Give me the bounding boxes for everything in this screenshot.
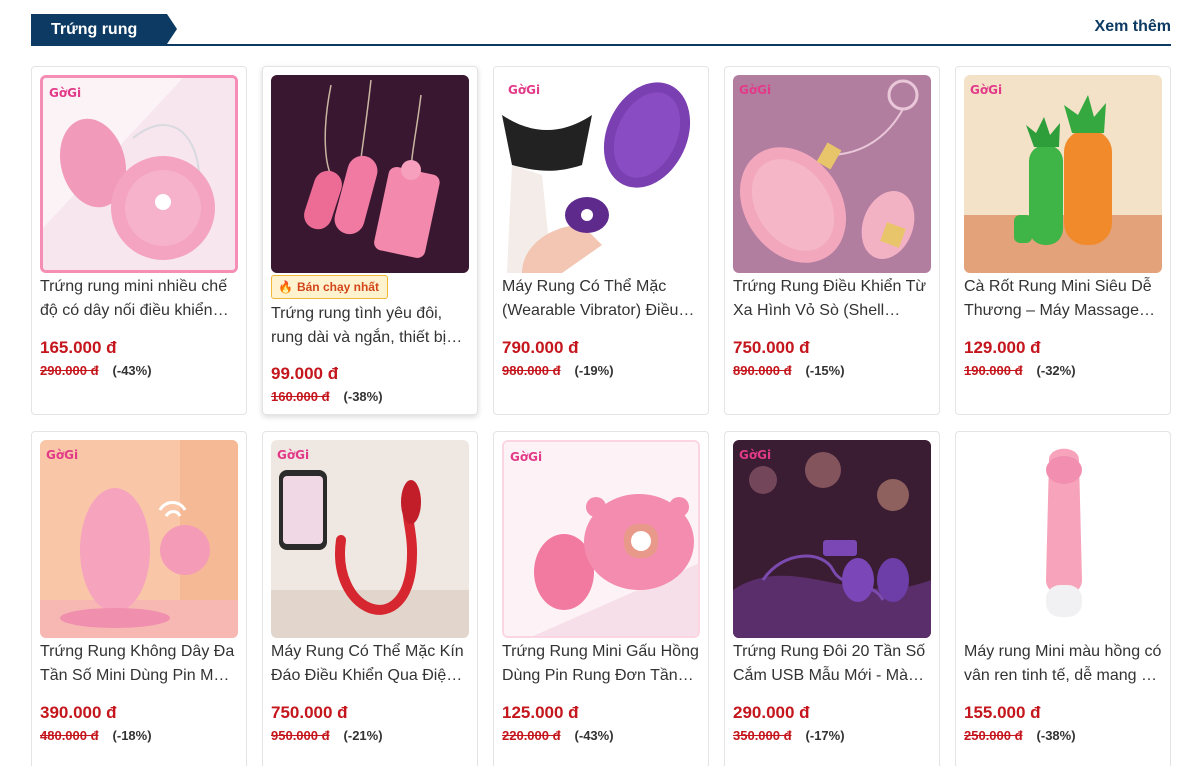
fire-icon: 🔥 [278,280,293,294]
discount-badge: (-18%) [112,728,152,743]
product-title[interactable]: Trứng rung tình yêu đôi, rung dài và ngắ… [271,302,471,350]
product-card[interactable]: GờGi Trứng Rung Đôi 20 Tần Số Cắm USB Mẫ… [724,431,940,766]
brand-logo: GờGi [739,448,772,462]
product-price: 165.000 đ [40,338,117,357]
product-title[interactable]: Trứng Rung Mini Gấu Hồng Dùng Pin Rung Đ… [502,640,702,688]
old-price: 250.000 đ [964,728,1023,743]
see-more-link[interactable]: Xem thêm [1095,18,1171,36]
product-image[interactable]: GờGi [964,75,1162,273]
price-row: 160.000 đ (-38%) [271,389,383,404]
discount-badge: (-32%) [1036,363,1076,378]
section-header: Trứng rung Xem thêm [31,14,1171,46]
discount-badge: (-15%) [805,363,845,378]
product-card[interactable]: GờGi Trứng rung mini nhiều chế độ có dây… [31,66,247,415]
product-image[interactable] [964,440,1162,638]
price-row: 290.000 đ (-43%) [40,363,152,378]
discount-badge: (-17%) [805,728,845,743]
product-price: 99.000 đ [271,364,339,383]
brand-logo: GờGi [277,448,310,462]
discount-badge: (-19%) [574,363,614,378]
product-title[interactable]: Trứng Rung Đôi 20 Tần Số Cắm USB Mẫu Mới… [733,640,933,688]
product-card[interactable]: GờGi Cà Rốt Rung Mini Siêu Dễ Thương – M… [955,66,1171,415]
price-row: 980.000 đ (-19%) [502,363,614,378]
price-row: 890.000 đ (-15%) [733,363,845,378]
product-price: 750.000 đ [733,338,810,357]
old-price: 980.000 đ [502,363,561,378]
product-card[interactable]: GờGi Máy Rung Có Thể Mặc (Wearable Vibra… [493,66,709,415]
product-card[interactable]: GờGi Trứng Rung Không Dây Đa Tần Số Mini… [31,431,247,766]
old-price: 190.000 đ [964,363,1023,378]
product-image[interactable] [271,75,469,273]
product-image[interactable]: GờGi [502,440,700,638]
old-price: 950.000 đ [271,728,330,743]
product-title[interactable]: Cà Rốt Rung Mini Siêu Dễ Thương – Máy Ma… [964,275,1164,323]
brand-logo: GờGi [970,83,1003,97]
brand-logo: GờGi [510,450,543,464]
product-card[interactable]: 🔥 Bán chạy nhất Trứng rung tình yêu đôi, … [262,66,478,415]
discount-badge: (-43%) [112,363,152,378]
product-image[interactable]: GờGi [502,75,700,273]
old-price: 160.000 đ [271,389,330,404]
price-row: 220.000 đ (-43%) [502,728,614,743]
product-image[interactable]: GờGi [40,75,238,273]
product-price: 129.000 đ [964,338,1041,357]
brand-logo: GờGi [508,83,541,97]
product-title[interactable]: Trứng Rung Không Dây Đa Tần Số Mini Dùng… [40,640,240,688]
old-price: 890.000 đ [733,363,792,378]
product-image[interactable]: GờGi [271,440,469,638]
price-row: 950.000 đ (-21%) [271,728,383,743]
product-card[interactable]: Máy rung Mini màu hồng có vân ren tinh t… [955,431,1171,766]
product-price: 750.000 đ [271,703,348,722]
brand-logo: GờGi [46,448,79,462]
bestseller-badge: 🔥 Bán chạy nhất [271,275,388,299]
price-row: 350.000 đ (-17%) [733,728,845,743]
discount-badge: (-21%) [343,728,383,743]
old-price: 350.000 đ [733,728,792,743]
brand-logo: GờGi [739,83,772,97]
product-card[interactable]: GờGi Trứng Rung Điều Khiển Từ Xa Hình Vỏ… [724,66,940,415]
product-title[interactable]: Trứng rung mini nhiều chế độ có dây nối … [40,275,240,323]
product-grid: GờGi Trứng rung mini nhiều chế độ có dây… [31,66,1171,766]
discount-badge: (-43%) [574,728,614,743]
product-title[interactable]: Máy Rung Có Thể Mặc (Wearable Vibrator) … [502,275,702,323]
discount-badge: (-38%) [343,389,383,404]
price-row: 190.000 đ (-32%) [964,363,1076,378]
old-price: 220.000 đ [502,728,561,743]
old-price: 480.000 đ [40,728,99,743]
discount-badge: (-38%) [1036,728,1076,743]
price-row: 480.000 đ (-18%) [40,728,152,743]
section-title: Trứng rung [31,14,177,45]
product-image[interactable]: GờGi [40,440,238,638]
product-title[interactable]: Máy rung Mini màu hồng có vân ren tinh t… [964,640,1164,688]
product-title[interactable]: Máy Rung Có Thể Mặc Kín Đáo Điều Khiển Q… [271,640,471,688]
product-price: 390.000 đ [40,703,117,722]
product-title[interactable]: Trứng Rung Điều Khiển Từ Xa Hình Vỏ Sò (… [733,275,933,323]
product-card[interactable]: GờGi Máy Rung Có Thể Mặc Kín Đáo Điều Kh… [262,431,478,766]
brand-logo: GờGi [49,86,82,100]
product-card[interactable]: GờGi Trứng Rung Mini Gấu Hồng Dùng Pin R… [493,431,709,766]
product-image[interactable]: GờGi [733,75,931,273]
old-price: 290.000 đ [40,363,99,378]
product-price: 155.000 đ [964,703,1041,722]
price-row: 250.000 đ (-38%) [964,728,1076,743]
product-price: 290.000 đ [733,703,810,722]
product-price: 125.000 đ [502,703,579,722]
product-price: 790.000 đ [502,338,579,357]
product-image[interactable]: GờGi [733,440,931,638]
